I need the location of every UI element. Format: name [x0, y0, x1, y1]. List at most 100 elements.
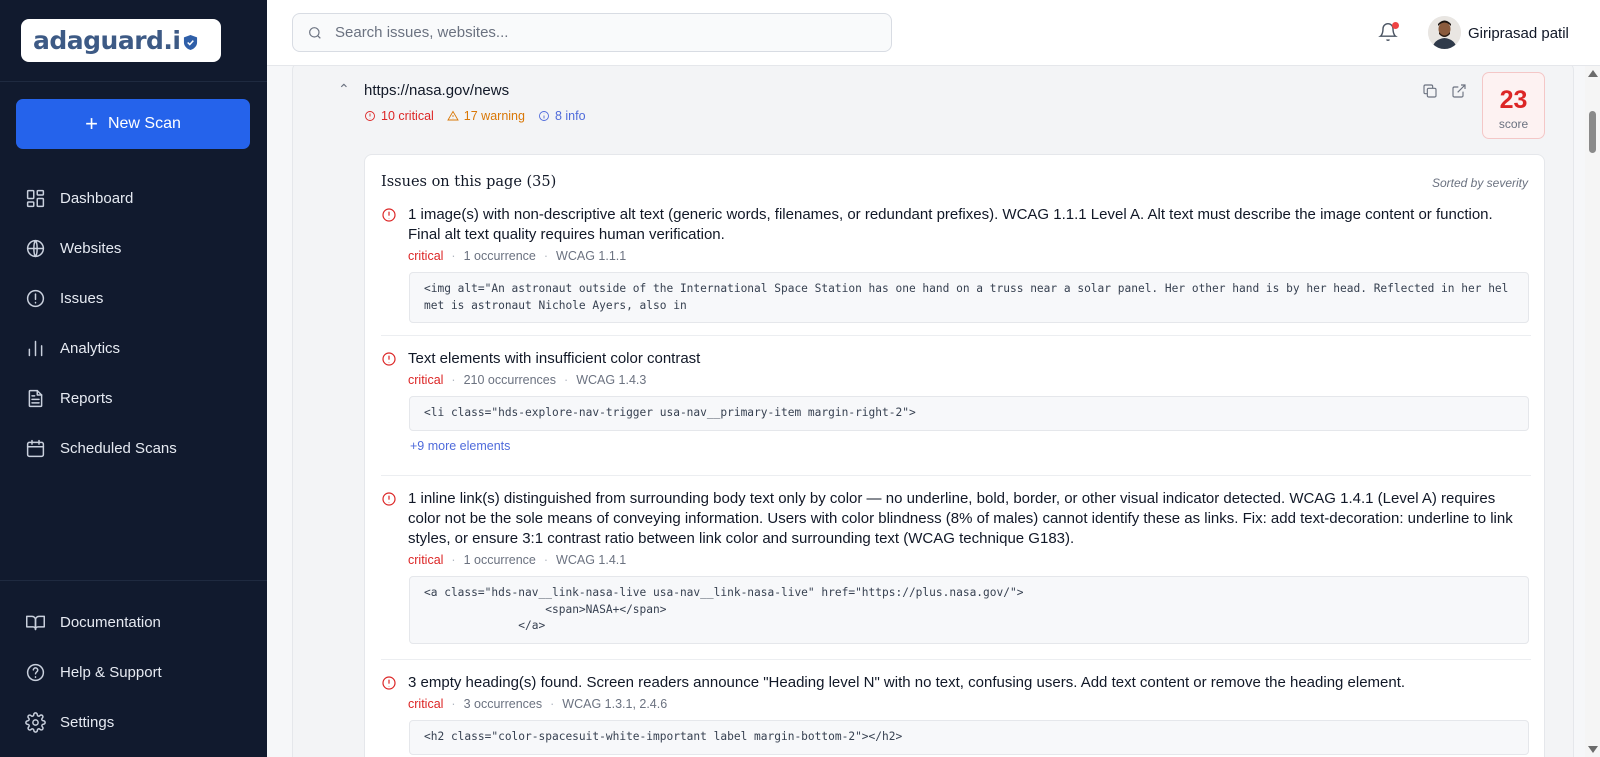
sidebar-item-label: Reports	[60, 389, 113, 407]
search-icon	[309, 26, 321, 39]
severity-counts: 10 critical 17 warning 8 info	[364, 109, 599, 123]
info-icon	[539, 111, 549, 121]
score-badge: 23 score	[1482, 72, 1545, 139]
avatar[interactable]	[1428, 16, 1461, 49]
dashboard-icon	[26, 189, 45, 207]
sidebar-item-label: Websites	[60, 239, 122, 257]
new-scan-button[interactable]: + New Scan	[16, 99, 250, 149]
calendar-icon	[26, 439, 45, 457]
issues-title: Issues on this page (35)	[381, 174, 557, 190]
issue-description: 1 inline link(s) distinguished from surr…	[408, 490, 1513, 547]
wcag-ref: WCAG 1.3.1, 2.4.6	[562, 697, 668, 711]
alert-circle-icon	[381, 491, 397, 507]
document-icon	[28, 389, 43, 407]
more-elements-link[interactable]: +9 more elements	[410, 439, 510, 453]
issue-meta: critical · 1 occurrence · WCAG 1.4.1	[408, 553, 627, 567]
wcag-ref: WCAG 1.4.1	[556, 553, 627, 567]
severity-label: critical	[408, 249, 444, 263]
sidebar-item-analytics[interactable]: Analytics	[0, 323, 267, 373]
scrollbar-thumb[interactable]	[1589, 111, 1596, 153]
wcag-ref: WCAG 1.4.3	[576, 373, 647, 387]
sidebar: adaguard.i + New Scan Dashboard Websites…	[0, 0, 267, 757]
issue-meta: critical · 210 occurrences · WCAG 1.4.3	[408, 373, 647, 387]
critical-count-label: 10 critical	[381, 109, 434, 123]
score-value: 23	[1499, 86, 1528, 114]
search-input[interactable]	[335, 24, 855, 41]
sidebar-item-label: Settings	[60, 713, 115, 731]
occurrence-count: 1 occurrence	[463, 553, 536, 567]
scroll-up-arrow[interactable]	[1588, 70, 1598, 77]
secondary-nav: Documentation Help & Support Settings	[0, 597, 267, 747]
severity-label: critical	[408, 553, 444, 567]
occurrence-count: 210 occurrences	[463, 373, 557, 387]
occurrence-count: 3 occurrences	[463, 697, 543, 711]
gear-icon	[25, 711, 46, 733]
sidebar-item-label: Dashboard	[60, 189, 134, 207]
notification-dot	[1392, 22, 1399, 29]
book-icon	[26, 615, 45, 630]
critical-count: 10 critical	[364, 109, 434, 123]
info-count: 8 info	[538, 109, 586, 123]
issue-divider	[381, 475, 1531, 476]
main-content: ⌃ https://nasa.gov/news 10 critical 17 w…	[267, 66, 1585, 757]
alert-circle-icon	[381, 351, 397, 367]
sidebar-item-label: Scheduled Scans	[60, 439, 177, 457]
sidebar-item-documentation[interactable]: Documentation	[0, 597, 267, 647]
code-snippet: <h2 class="color-spacesuit-white-importa…	[409, 720, 1529, 755]
issue-divider	[381, 335, 1531, 336]
sidebar-item-label: Analytics	[60, 339, 121, 357]
sidebar-item-dashboard[interactable]: Dashboard	[0, 173, 267, 223]
main-nav: Dashboard Websites Issues Analytics Repo…	[0, 173, 267, 473]
sidebar-item-help-support[interactable]: Help & Support	[0, 647, 267, 697]
chevron-up-icon[interactable]: ⌃	[338, 81, 350, 98]
alert-circle-icon	[381, 207, 397, 223]
issue-meta: critical · 1 occurrence · WCAG 1.1.1	[408, 249, 627, 263]
issue-meta: critical · 3 occurrences · WCAG 1.3.1, 2.4…	[408, 697, 668, 711]
issue-description: 1 image(s) with non-descriptive alt text…	[408, 206, 1493, 243]
severity-label: critical	[408, 373, 444, 387]
logo-text: adaguard.i	[33, 26, 181, 55]
search-box[interactable]	[292, 13, 892, 52]
logo[interactable]: adaguard.i	[21, 19, 221, 62]
sidebar-item-issues[interactable]: Issues	[0, 273, 267, 323]
scrollbar[interactable]	[1585, 66, 1600, 757]
notifications-button[interactable]	[1378, 22, 1399, 44]
logo-area: adaguard.i	[0, 0, 267, 82]
sort-label[interactable]: Sorted by severity	[1432, 176, 1528, 190]
sidebar-item-websites[interactable]: Websites	[0, 223, 267, 273]
sidebar-item-label: Documentation	[60, 613, 161, 631]
external-link-icon[interactable]	[1451, 83, 1467, 99]
user-photo	[1428, 16, 1461, 49]
alert-circle-icon	[365, 111, 375, 121]
plus-icon: +	[85, 111, 98, 136]
warning-count-label: 17 warning	[463, 109, 525, 123]
sidebar-item-label: Help & Support	[60, 663, 162, 681]
copy-icon[interactable]	[1422, 83, 1438, 99]
severity-label: critical	[408, 697, 444, 711]
shield-icon	[183, 35, 197, 50]
sidebar-item-reports[interactable]: Reports	[0, 373, 267, 423]
bar-chart-icon	[28, 340, 43, 356]
score-label: score	[1498, 117, 1529, 131]
scroll-down-arrow[interactable]	[1588, 746, 1598, 753]
issues-panel: Issues on this page (35) Sorted by sever…	[364, 154, 1545, 757]
top-bar: Giriprasad patil	[267, 0, 1600, 66]
alert-circle-icon	[26, 289, 45, 307]
page-url[interactable]: https://nasa.gov/news	[364, 82, 509, 99]
wcag-ref: WCAG 1.1.1	[556, 249, 627, 263]
warning-triangle-icon	[447, 110, 459, 121]
help-circle-icon	[26, 663, 45, 681]
sidebar-divider	[0, 580, 267, 581]
code-snippet: <li class="hds-explore-nav-trigger usa-n…	[409, 396, 1529, 431]
user-name[interactable]: Giriprasad patil	[1468, 25, 1569, 42]
issue-description: Text elements with insufficient color co…	[408, 350, 701, 367]
page-result-card: ⌃ https://nasa.gov/news 10 critical 17 w…	[292, 66, 1574, 757]
sidebar-item-settings[interactable]: Settings	[0, 697, 267, 747]
globe-icon	[26, 239, 45, 257]
sidebar-item-scheduled-scans[interactable]: Scheduled Scans	[0, 423, 267, 473]
sidebar-item-label: Issues	[60, 289, 104, 307]
info-count-label: 8 info	[554, 109, 586, 123]
code-snippet: <a class="hds-nav__link-nasa-live usa-na…	[409, 576, 1529, 644]
alert-circle-icon	[381, 675, 397, 691]
new-scan-label: New Scan	[107, 115, 181, 132]
